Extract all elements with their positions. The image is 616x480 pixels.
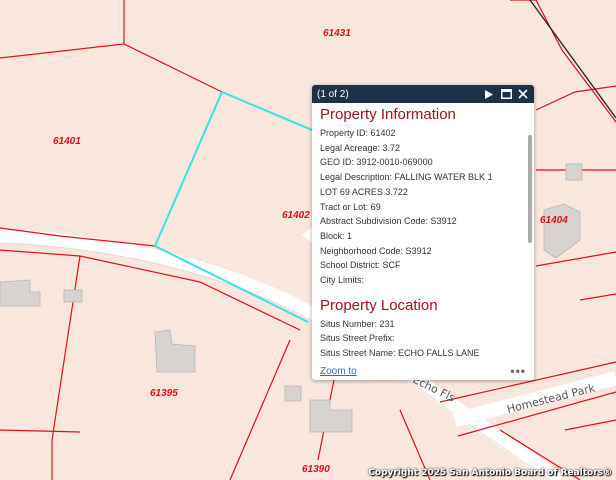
popup-scrollbar[interactable] <box>528 107 532 357</box>
popup-scrollbar-thumb[interactable] <box>528 135 532 243</box>
field-school-district: School District: SCF <box>320 260 401 271</box>
railway-line <box>529 0 616 119</box>
parcel-label-61401: 61401 <box>53 136 81 147</box>
parcel-line <box>535 251 616 267</box>
copyright-notice: Copyright 2025 San Antonio Board of Real… <box>368 468 612 478</box>
parcel-label-61402: 61402 <box>282 210 310 221</box>
building <box>63 289 83 303</box>
more-options-button[interactable]: ••• <box>510 364 526 378</box>
parcel-line <box>564 419 616 431</box>
section-title-property-information: Property Information <box>320 106 456 123</box>
field-property-id: Property ID: 61402 <box>320 128 396 138</box>
zoom-to-link[interactable]: Zoom to <box>320 366 510 377</box>
field-situs-number: Situs Number: 231 <box>320 318 395 329</box>
popup-body[interactable]: Property Information Property ID: 61402 … <box>312 103 534 365</box>
parcel-label-61390: 61390 <box>302 464 330 475</box>
building <box>565 163 583 181</box>
popup-count: (1 of 2) <box>317 88 349 100</box>
building <box>154 329 196 373</box>
field-legal-description-cont: LOT 69 ACRES 3.722 <box>320 186 408 197</box>
building <box>543 203 581 259</box>
selected-parcel-outline[interactable] <box>153 91 313 323</box>
building <box>0 279 41 307</box>
popup-header: (1 of 2) <box>312 85 534 103</box>
parcel-label-61431: 61431 <box>323 28 351 39</box>
parcel-line <box>0 0 125 59</box>
field-tract-or-lot: Tract or Lot: 69 <box>320 201 381 212</box>
field-geo-id: GEO ID: 3912-0010-069000 <box>320 157 433 168</box>
field-block: Block: 1 <box>320 230 353 241</box>
parcel-line <box>579 293 616 301</box>
parcel-line <box>229 339 291 480</box>
section-title-property-location: Property Location <box>320 296 438 314</box>
field-legal-acreage: Legal Acreage: 3.72 <box>320 142 401 153</box>
field-neighborhood-code: Neighborhood Code: S3912 <box>320 245 432 256</box>
field-city-limits: City Limits: <box>320 275 365 286</box>
parcel-label-61395: 61395 <box>150 388 178 399</box>
close-icon[interactable] <box>516 87 530 101</box>
maximize-icon[interactable] <box>499 87 513 101</box>
play-icon[interactable] <box>482 87 496 101</box>
parcel-line <box>535 0 616 123</box>
field-abstract-subdivision-code: Abstract Subdivision Code: S3912 <box>320 216 457 227</box>
building <box>309 399 353 433</box>
parcel-label-61404: 61404 <box>540 215 568 226</box>
popup-footer: Zoom to ••• <box>312 362 534 380</box>
building <box>284 385 302 402</box>
field-situs-street-name: Situs Street Name: ECHO FALLS LANE <box>320 348 480 359</box>
parcel-line <box>0 429 81 433</box>
field-legal-description: Legal Description: FALLING WATER BLK 1 <box>320 172 493 183</box>
property-popup: (1 of 2) Property Information Property I… <box>312 85 534 380</box>
field-situs-street-prefix: Situs Street Prefix: <box>320 333 395 344</box>
